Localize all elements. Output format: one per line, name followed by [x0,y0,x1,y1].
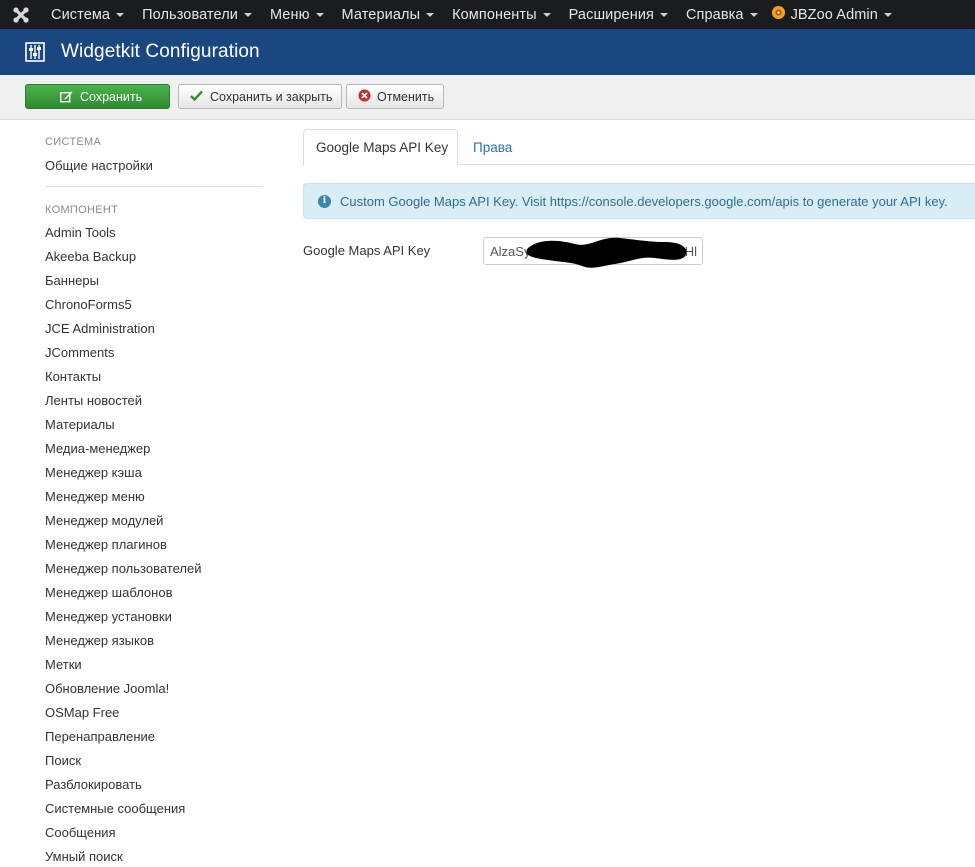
sidebar-item[interactable]: Разблокировать [45,773,265,797]
info-alert: i Custom Google Maps API Key. Visit http… [303,183,975,219]
sidebar-heading-system: СИСТЕМА [45,136,102,148]
menu-extensions[interactable]: Расширения [560,0,677,29]
sidebar-item[interactable]: Akeeba Backup [45,245,265,269]
sidebar-item[interactable]: ChronoForms5 [45,293,265,317]
menu-users[interactable]: Пользователи [133,0,261,29]
sidebar-item[interactable]: Менеджер меню [45,485,265,509]
sidebar-item[interactable]: Поиск [45,749,265,773]
sidebar-item[interactable]: Менеджер пользователей [45,557,265,581]
sidebar-item[interactable]: Ленты новостей [45,389,265,413]
page-header: Widgetkit Configuration [0,29,975,75]
caret-down-icon [542,12,551,17]
redaction-scribble [526,237,687,268]
sidebar-item[interactable]: Баннеры [45,269,265,293]
sidebar-item[interactable]: Медиа-менеджер [45,437,265,461]
page-title: Widgetkit Configuration [61,41,260,62]
sidebar-item[interactable]: Умный поиск [45,845,265,867]
sidebar-heading-component: КОМПОНЕНТ [45,204,119,216]
menu-content[interactable]: Материалы [333,0,444,29]
sidebar: СИСТЕМА Общие настройки КОМПОНЕНТ Admin … [45,120,265,867]
sidebar-item[interactable]: Контакты [45,365,265,389]
caret-down-icon [243,12,252,17]
sidebar-item[interactable]: Сообщения [45,821,265,845]
toolbar: Сохранить Сохранить и закрыть Отменить [0,75,975,120]
menu-jbzoo-admin[interactable]: JBZoo Admin [767,0,901,29]
sidebar-item[interactable]: Менеджер модулей [45,509,265,533]
edit-icon [59,91,73,106]
menu-menus[interactable]: Меню [261,0,333,29]
caret-down-icon [315,12,324,17]
sidebar-item[interactable]: Метки [45,653,265,677]
api-key-label: Google Maps API Key [303,243,431,258]
equalizer-settings-icon [24,41,46,63]
sidebar-item[interactable]: Admin Tools [45,221,265,245]
menu-help[interactable]: Справка [677,0,767,29]
checkmark-icon [190,90,203,104]
sidebar-item[interactable]: JComments [45,341,265,365]
sidebar-item[interactable]: OSMap Free [45,701,265,725]
tab-bar: Google Maps API Key Права [303,129,975,166]
sidebar-item[interactable]: JCE Administration [45,317,265,341]
sidebar-item[interactable]: Менеджер кэша [45,461,265,485]
caret-down-icon [749,12,758,17]
sidebar-divider [45,186,262,187]
tab-google-maps-api-key[interactable]: Google Maps API Key [303,129,458,166]
menu-system[interactable]: Система [42,0,133,29]
cancel-button[interactable]: Отменить [346,84,444,109]
jbzoo-icon [771,5,786,24]
caret-down-icon [659,12,668,17]
sidebar-item[interactable]: Менеджер плагинов [45,533,265,557]
caret-down-icon [116,12,125,17]
cancel-circle-icon [358,89,371,105]
sidebar-item[interactable]: Менеджер установки [45,605,265,629]
info-icon: i [318,194,331,208]
joomla-logo-icon[interactable] [0,0,42,29]
sidebar-item[interactable]: Менеджер языков [45,629,265,653]
alert-text: Custom Google Maps API Key. Visit https:… [340,193,948,209]
save-button[interactable]: Сохранить [25,84,170,109]
sidebar-item-global-config[interactable]: Общие настройки [45,154,265,178]
tab-permissions[interactable]: Права [473,129,512,165]
sidebar-item[interactable]: Менеджер шаблонов [45,581,265,605]
sidebar-item[interactable]: Системные сообщения [45,797,265,821]
caret-down-icon [883,12,892,17]
sidebar-item[interactable]: Обновление Joomla! [45,677,265,701]
top-navbar: Система Пользователи Меню Материалы Комп… [0,0,975,29]
save-and-close-button[interactable]: Сохранить и закрыть [178,84,342,109]
sidebar-item[interactable]: Материалы [45,413,265,437]
caret-down-icon [426,12,435,17]
sidebar-item[interactable]: Перенаправление [45,725,265,749]
menu-components[interactable]: Компоненты [443,0,560,29]
